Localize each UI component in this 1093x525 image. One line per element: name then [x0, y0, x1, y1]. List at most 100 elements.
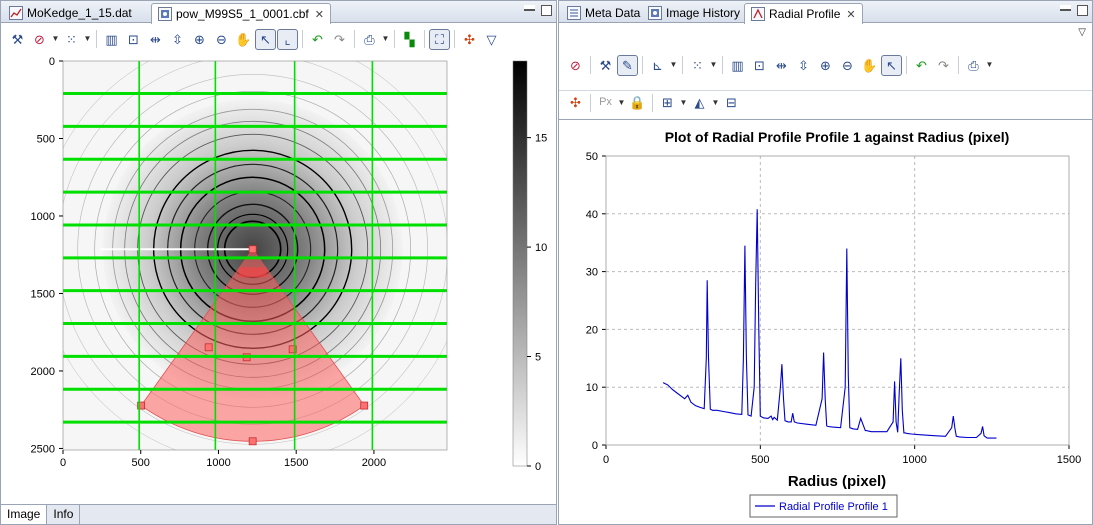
pixel-units-icon[interactable]: Px: [595, 92, 616, 113]
tab-image[interactable]: Image: [1, 505, 48, 524]
scatter-tool-icon[interactable]: ⁙: [61, 29, 82, 50]
x-axis-label: Radius (pixel): [788, 473, 886, 490]
fit-icon[interactable]: ⛶: [429, 28, 450, 50]
redo-icon[interactable]: ↷: [329, 29, 350, 50]
window-controls: [1060, 5, 1088, 16]
dropdown-arrow-icon[interactable]: ▼: [617, 92, 626, 113]
bin-image-icon[interactable]: ▥: [101, 29, 122, 50]
window-controls: [524, 5, 552, 16]
toolbar-separator: [96, 30, 97, 48]
y-range-icon[interactable]: ⇳: [793, 55, 814, 76]
metadata-icon: [567, 6, 581, 20]
maximize-icon[interactable]: [541, 5, 552, 16]
close-icon[interactable]: ✕: [315, 8, 324, 21]
tab-image-history[interactable]: Image History: [642, 3, 746, 23]
image-history-icon: [648, 6, 662, 20]
zoom-in-icon[interactable]: ⊕: [815, 55, 836, 76]
zoom-out-icon[interactable]: ⊖: [211, 29, 232, 50]
dropdown-arrow-icon[interactable]: ▼: [709, 55, 718, 76]
x-tick-label: 1500: [284, 457, 308, 469]
clear-plot-icon[interactable]: ⊘: [565, 55, 586, 76]
tab-pow-cbf[interactable]: pow_M99S5_1_0001.cbf ✕: [151, 3, 331, 24]
settings-icon[interactable]: ⚒: [595, 55, 616, 76]
toolbar-separator: [652, 93, 653, 112]
y-range-icon[interactable]: ⇳: [167, 29, 188, 50]
brush-icon[interactable]: ✎: [617, 54, 638, 76]
pointer-icon[interactable]: ↖: [881, 54, 902, 76]
toolbar-separator: [682, 56, 683, 74]
zoom-box-icon[interactable]: ⊡: [123, 29, 144, 50]
tab-info[interactable]: Info: [47, 505, 81, 524]
minimize-icon[interactable]: [524, 5, 535, 11]
bottom-tab-bar: Image Info: [1, 504, 556, 524]
toolbar-separator: [906, 56, 907, 74]
undo-icon[interactable]: ↶: [911, 55, 932, 76]
x-range-icon[interactable]: ⇹: [145, 29, 166, 50]
close-icon[interactable]: ✕: [846, 8, 855, 21]
colorbar-tick-label: 10: [535, 242, 547, 254]
remove-profile-icon[interactable]: ⊟: [721, 92, 742, 113]
tab-label: MoKedge_1_15.dat: [27, 6, 132, 20]
tab-label: pow_M99S5_1_0001.cbf: [176, 7, 309, 21]
pointer-icon[interactable]: ↖: [255, 28, 276, 50]
plot-frame: [605, 155, 1070, 446]
toolbar-separator: [590, 93, 591, 112]
tab-meta-data[interactable]: Meta Data: [561, 3, 646, 23]
dropdown-arrow-icon[interactable]: ▼: [381, 29, 390, 50]
colorbar: [512, 60, 528, 467]
dropdown-arrow-icon[interactable]: ▼: [985, 55, 994, 76]
lock-icon[interactable]: 🔒: [627, 92, 648, 113]
dropdown-arrow-icon[interactable]: ▼: [51, 29, 60, 50]
x-range-icon[interactable]: ⇹: [771, 55, 792, 76]
dropdown-arrow-icon[interactable]: ▼: [83, 29, 92, 50]
toolbar-separator: [302, 30, 303, 48]
maximize-icon[interactable]: [1077, 5, 1088, 16]
print-icon[interactable]: ⎙: [359, 29, 380, 50]
tab-label: Meta Data: [585, 6, 641, 20]
dropdown-arrow-icon[interactable]: ▼: [669, 55, 678, 76]
radial-profile-chart[interactable]: Plot of Radial Profile Profile 1 against…: [559, 119, 1092, 522]
chart-grid: [606, 156, 1069, 445]
x-tick-label: 1500: [1057, 454, 1081, 466]
bin-image-icon[interactable]: ▥: [727, 55, 748, 76]
zoom-box-icon[interactable]: ⊡: [749, 55, 770, 76]
tools-icon[interactable]: ✣: [459, 29, 480, 50]
view-menu-icon[interactable]: ▽: [481, 29, 502, 50]
toolbar-separator: [642, 56, 643, 74]
scatter-tool-icon[interactable]: ⁙: [687, 55, 708, 76]
color-map-icon[interactable]: ▚: [399, 29, 420, 50]
dropdown-arrow-icon[interactable]: ▼: [679, 92, 688, 113]
axis-config-icon[interactable]: ⊾: [647, 55, 668, 76]
tools-icon[interactable]: ✣: [565, 92, 586, 113]
origin-icon[interactable]: ⌞: [277, 28, 298, 50]
y-tick-label: 2000: [31, 366, 55, 378]
diffraction-image-plot[interactable]: 0 500 1000 1500 2000 0 500 1000 1500 2000 2500 0 5 10…: [1, 53, 556, 503]
view-menu-icon[interactable]: ▽: [1078, 27, 1086, 38]
sector-handle: [360, 401, 369, 410]
chart-legend[interactable]: Radial Profile Profile 1: [749, 494, 898, 518]
y-tick-label: 20: [586, 324, 598, 336]
y-tick-label: 0: [49, 56, 55, 68]
tab-mokedge-dat[interactable]: MoKedge_1_15.dat: [3, 3, 138, 23]
pan-icon[interactable]: ✋: [233, 29, 254, 50]
pan-icon[interactable]: ✋: [859, 55, 880, 76]
undo-icon[interactable]: ↶: [307, 29, 328, 50]
toolbar-separator: [590, 56, 591, 74]
redo-icon[interactable]: ↷: [933, 55, 954, 76]
dropdown-arrow-icon[interactable]: ▼: [711, 92, 720, 113]
zoom-out-icon[interactable]: ⊖: [837, 55, 858, 76]
y-tick-label: 0: [592, 440, 598, 452]
zoom-in-icon[interactable]: ⊕: [189, 29, 210, 50]
print-icon[interactable]: ⎙: [963, 55, 984, 76]
clear-plot-icon[interactable]: ⊘: [29, 29, 50, 50]
settings-icon[interactable]: ⚒: [7, 29, 28, 50]
region-icon[interactable]: ◭: [689, 92, 710, 113]
colorbar-tick-label: 0: [535, 461, 541, 473]
x-tick-label: 2000: [362, 457, 386, 469]
add-profile-icon[interactable]: ⊞: [657, 92, 678, 113]
tab-radial-profile[interactable]: Radial Profile ✕: [744, 3, 863, 24]
image-area: [62, 60, 448, 451]
minimize-icon[interactable]: [1060, 5, 1071, 11]
profile-toolbar: ✣ Px ▼ 🔒 ⊞ ▼ ◭ ▼ ⊟: [559, 90, 1092, 114]
sector-inner-mark: [238, 267, 267, 278]
